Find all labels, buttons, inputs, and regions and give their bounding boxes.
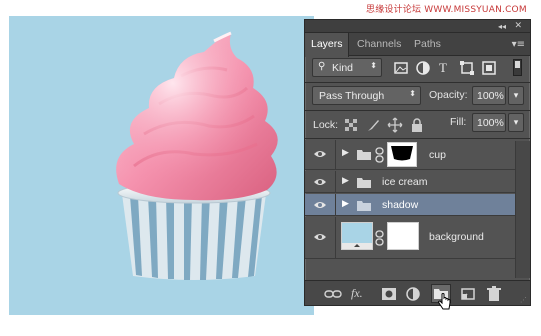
close-panel-icon[interactable]: ✕ <box>514 20 522 33</box>
updown-arrow-icon: ⬍ <box>370 61 377 70</box>
chain-link-icon[interactable] <box>375 147 384 163</box>
mask-thumbnail[interactable] <box>387 142 417 167</box>
watermark: 思缘设计论坛 WWW.MISSYUAN.COM <box>366 5 527 15</box>
chain-link-icon[interactable] <box>375 230 384 246</box>
filter-toggle-switch[interactable] <box>513 59 522 76</box>
layer-row-ice-cream[interactable]: ▶ ice cream <box>305 171 515 193</box>
filter-shape-icon[interactable] <box>459 60 475 76</box>
layer-name: shadow <box>382 199 419 211</box>
divider <box>305 138 530 139</box>
link-icon[interactable] <box>324 286 342 302</box>
hand-cursor-icon <box>438 293 451 310</box>
lock-pixels-brush-icon[interactable] <box>365 117 381 133</box>
layer-row-cup[interactable]: ▶ cup <box>305 140 515 170</box>
mask-thumbnail[interactable] <box>387 222 419 250</box>
tab-layers[interactable]: Layers <box>305 33 349 57</box>
resize-grip-icon[interactable]: ⋰ <box>520 296 527 304</box>
layer-row-background[interactable]: background <box>305 217 515 259</box>
expand-arrow-icon[interactable]: ▶ <box>342 199 349 209</box>
row-divider <box>335 194 336 215</box>
panel-titlebar: ◂◂ ✕ <box>305 20 530 33</box>
fill-dropdown-button[interactable]: ▾ <box>508 113 524 132</box>
search-icon: ⚲ <box>318 61 326 72</box>
layer-name: background <box>429 231 484 243</box>
collapse-panel-icon[interactable]: ◂◂ <box>498 20 506 33</box>
new-layer-icon[interactable] <box>459 286 477 302</box>
panel-menu-icon[interactable]: ▾≡ <box>512 39 525 50</box>
folder-icon <box>357 201 371 211</box>
layer-thumbnail[interactable] <box>341 222 373 250</box>
tab-channels[interactable]: Channels <box>351 33 407 56</box>
trash-icon[interactable] <box>485 286 503 302</box>
layer-row-shadow[interactable]: ▶ shadow <box>305 194 515 216</box>
filter-adjustment-icon[interactable] <box>415 60 431 76</box>
layer-name: ice cream <box>382 176 428 188</box>
tab-paths[interactable]: Paths <box>408 33 447 56</box>
layers-scrollbar[interactable] <box>515 141 530 278</box>
layers-panel: ◂◂ ✕ Layers Channels Paths ▾≡ ⚲ Kind ⬍ T… <box>304 19 531 310</box>
divider <box>305 110 530 111</box>
filter-type-icon[interactable]: T <box>439 60 447 76</box>
lock-transparent-icon[interactable] <box>343 117 359 133</box>
updown-arrow-icon: ⬍ <box>409 89 416 98</box>
filter-kind-select[interactable]: ⚲ Kind ⬍ <box>312 58 382 77</box>
document-canvas[interactable] <box>9 16 314 315</box>
lock-all-icon[interactable] <box>409 117 425 133</box>
row-divider <box>335 217 336 258</box>
expand-arrow-icon[interactable]: ▶ <box>342 176 349 186</box>
adjustment-icon[interactable] <box>405 286 423 302</box>
opacity-value: 100% <box>477 90 504 102</box>
ice-cream-illustration <box>116 31 278 280</box>
fill-value: 100% <box>477 117 504 129</box>
fill-input[interactable]: 100% <box>472 113 506 132</box>
opacity-input[interactable]: 100% <box>472 86 506 105</box>
eye-icon[interactable] <box>312 149 328 159</box>
lock-position-move-icon[interactable] <box>387 117 403 133</box>
eye-icon[interactable] <box>312 232 328 242</box>
filter-kind-label: Kind <box>332 62 354 74</box>
mask-icon[interactable] <box>380 286 398 302</box>
eye-icon[interactable] <box>312 177 328 187</box>
blend-mode-value: Pass Through <box>319 90 385 102</box>
new-group-button[interactable] <box>431 284 451 310</box>
expand-arrow-icon[interactable]: ▶ <box>342 148 349 158</box>
layer-name: cup <box>429 149 446 161</box>
row-divider <box>335 171 336 192</box>
filter-smartobject-icon[interactable] <box>481 60 497 76</box>
ice-cream-swirl <box>116 31 278 201</box>
row-divider <box>335 140 336 169</box>
opacity-label: Opacity: <box>429 89 468 101</box>
fx-icon[interactable]: fx. <box>351 286 363 301</box>
blend-mode-select[interactable]: Pass Through ⬍ <box>312 86 421 105</box>
divider <box>305 82 530 83</box>
fill-label: Fill: <box>450 116 467 128</box>
filter-pixel-icon[interactable] <box>393 60 409 76</box>
folder-icon <box>357 150 371 160</box>
panel-footer: fx. ⋰ <box>305 280 530 310</box>
folder-icon <box>357 178 371 188</box>
lock-label: Lock: <box>313 119 339 131</box>
panel-tabs: Layers Channels Paths ▾≡ <box>305 33 530 57</box>
opacity-dropdown-button[interactable]: ▾ <box>508 86 524 105</box>
eye-icon[interactable] <box>312 200 328 210</box>
